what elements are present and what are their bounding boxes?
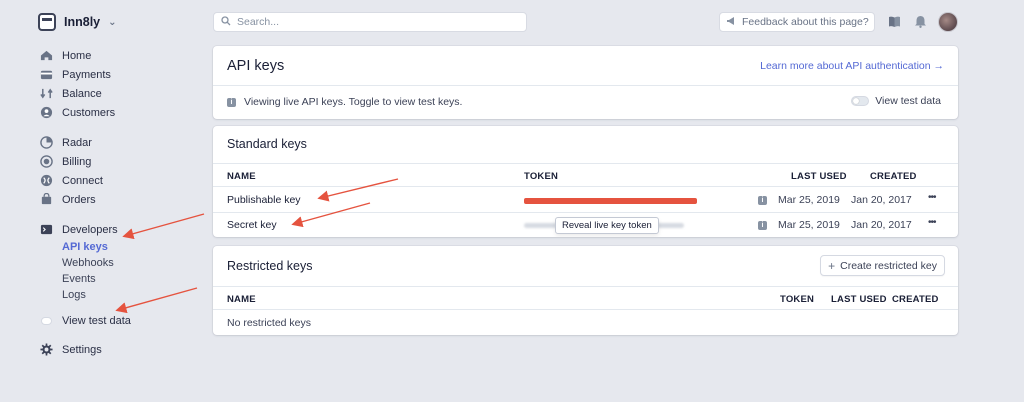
restricted-keys-title: Restricted keys (227, 259, 313, 273)
sidebar-item-label: Orders (62, 193, 96, 206)
key-name: Secret key (227, 219, 277, 231)
empty-state-text: No restricted keys (227, 317, 312, 329)
subnav-item-events[interactable]: Events (62, 271, 114, 287)
toggle-switch-icon (851, 96, 870, 106)
chevron-down-icon: ⌄ (108, 16, 117, 28)
home-icon (40, 49, 53, 62)
sidebar-item-customers[interactable]: Customers (40, 103, 115, 122)
column-header-last-used: LAST USED (791, 171, 847, 182)
column-header-name: NAME (227, 171, 256, 182)
search-input[interactable]: Search... (213, 12, 527, 32)
payments-icon (40, 68, 53, 81)
sidebar-item-label: Payments (62, 68, 111, 81)
create-restricted-key-label: Create restricted key (840, 259, 937, 272)
sidebar-item-orders[interactable]: Orders (40, 190, 103, 209)
column-header-last-used: LAST USED (831, 294, 887, 305)
reveal-token-tooltip[interactable]: Reveal live key token (555, 217, 659, 234)
view-test-data-label: View test data (62, 314, 131, 327)
account-logo-icon (38, 13, 56, 31)
account-switcher[interactable]: Inn8ly ⌄ (38, 12, 117, 32)
column-header-token: TOKEN (524, 171, 559, 182)
sidebar-item-label: Billing (62, 155, 92, 168)
billing-icon (40, 155, 53, 168)
page-title: API keys (227, 58, 285, 74)
column-header-token: TOKEN (780, 294, 815, 305)
view-test-data-toggle[interactable]: View test data (40, 311, 131, 330)
last-used-value: Mar 25, 2019 (778, 194, 840, 206)
connect-icon (40, 174, 53, 187)
restricted-keys-card: Restricted keys + Create restricted key … (213, 246, 958, 335)
standard-keys-card: Standard keys NAME TOKEN LAST USED CREAT… (213, 126, 958, 237)
learn-more-link[interactable]: Learn more about API authentication → (760, 60, 944, 72)
sidebar-item-label: Settings (62, 343, 102, 356)
sidebar-item-balance[interactable]: Balance (40, 84, 115, 103)
sidebar-item-payments[interactable]: Payments (40, 65, 115, 84)
create-restricted-key-button[interactable]: + Create restricted key (820, 255, 945, 276)
live-keys-notice-text: Viewing live API keys. Toggle to view te… (244, 96, 463, 108)
sidebar-item-label: Home (62, 49, 92, 62)
info-icon[interactable]: i (758, 221, 767, 230)
search-placeholder: Search... (237, 16, 280, 28)
sidebar-settings: Settings (40, 340, 102, 359)
radar-icon (40, 136, 53, 149)
last-used-value: Mar 25, 2019 (778, 219, 840, 231)
orders-icon (40, 193, 53, 206)
customers-icon (40, 106, 53, 119)
column-header-created: CREATED (870, 171, 917, 182)
subnav-item-webhooks[interactable]: Webhooks (62, 255, 114, 271)
sidebar-item-developers[interactable]: Developers (40, 220, 118, 239)
column-header-name: NAME (227, 294, 256, 305)
view-test-data-switch-label: View test data (875, 95, 941, 107)
notifications-bell-icon[interactable] (914, 15, 927, 28)
info-icon[interactable]: i (758, 196, 767, 205)
user-avatar[interactable] (938, 12, 958, 32)
more-actions-icon[interactable]: ••• (928, 192, 936, 203)
megaphone-icon (726, 16, 737, 29)
sidebar-test-data: View test data (40, 311, 131, 330)
sidebar-item-connect[interactable]: Connect (40, 171, 103, 190)
more-actions-icon[interactable]: ••• (928, 217, 936, 228)
info-icon: i (227, 97, 236, 107)
sidebar-item-billing[interactable]: Billing (40, 152, 103, 171)
sidebar-primary-nav: Home Payments Balance Customers (40, 46, 115, 122)
sidebar-item-radar[interactable]: Radar (40, 133, 103, 152)
created-value: Jan 20, 2017 (851, 219, 912, 231)
annotation-arrow (122, 213, 205, 240)
terminal-icon (40, 223, 53, 236)
sidebar-item-settings[interactable]: Settings (40, 340, 102, 359)
column-header-created: CREATED (892, 294, 939, 305)
sidebar-item-label: Radar (62, 136, 92, 149)
annotation-arrow (115, 287, 198, 314)
balance-icon (40, 87, 53, 100)
docs-book-icon[interactable] (888, 15, 901, 28)
sidebar-secondary-nav: Radar Billing Connect Orders (40, 133, 103, 209)
key-name: Publishable key (227, 194, 301, 206)
view-test-data-switch[interactable]: View test data (851, 95, 941, 107)
toggle-icon (40, 314, 53, 327)
plus-icon: + (828, 258, 836, 273)
sidebar-developers: Developers (40, 220, 118, 239)
sidebar-item-label: Connect (62, 174, 103, 187)
sidebar-item-home[interactable]: Home (40, 46, 115, 65)
standard-keys-title: Standard keys (227, 137, 307, 151)
live-keys-notice: i Viewing live API keys. Toggle to view … (227, 96, 462, 108)
feedback-button[interactable]: Feedback about this page? (719, 12, 875, 32)
account-name: Inn8ly (64, 15, 101, 29)
sidebar-item-label: Balance (62, 87, 102, 100)
search-icon (221, 15, 231, 29)
redacted-token (524, 198, 697, 204)
api-keys-card: API keys Learn more about API authentica… (213, 46, 958, 119)
sidebar-item-label: Customers (62, 106, 116, 119)
sidebar-item-label: Developers (62, 223, 118, 236)
feedback-label: Feedback about this page? (742, 16, 869, 28)
developers-subnav: API keys Webhooks Events Logs (62, 239, 114, 303)
created-value: Jan 20, 2017 (851, 194, 912, 206)
gear-icon (40, 343, 53, 356)
subnav-item-api-keys[interactable]: API keys (62, 239, 114, 255)
subnav-item-logs[interactable]: Logs (62, 287, 114, 303)
